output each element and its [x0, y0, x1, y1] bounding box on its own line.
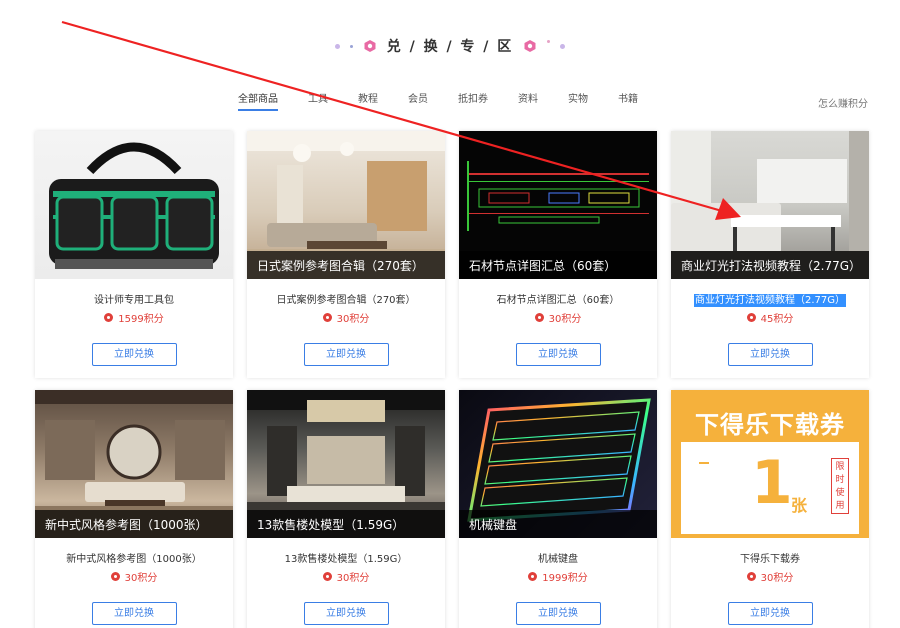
earn-points-link[interactable]: 怎么赚积分 — [818, 95, 868, 110]
product-price: 30积分 — [247, 569, 445, 584]
product-caption: 机械键盘 — [459, 510, 657, 538]
product-card: 日式案例参考图合辑（270套） 日式案例参考图合辑（270套） 30积分 立即兑… — [247, 131, 445, 378]
points-icon — [110, 571, 120, 581]
decor-dot — [560, 43, 566, 49]
voucher-number: 1 — [751, 448, 793, 518]
tool-bag-illustration — [49, 142, 219, 269]
tab-tutorials[interactable]: 教程 — [358, 90, 378, 112]
product-name: 机械键盘 — [538, 554, 578, 565]
product-price: 1999积分 — [459, 569, 657, 584]
product-card: 新中式风格参考图（1000张） 新中式风格参考图（1000张） 30积分 立即兑… — [35, 390, 233, 628]
tab-membership[interactable]: 会员 — [408, 90, 428, 112]
product-name: 石材节点详图汇总（60套） — [496, 295, 620, 306]
redeem-button[interactable]: 立即兑换 — [91, 343, 177, 366]
points-icon — [322, 312, 332, 322]
product-image-sales-office-models[interactable]: 13款售楼处模型（1.59G） — [247, 390, 445, 538]
price-value: 30积分 — [336, 313, 370, 325]
voucher-unit: 张 — [791, 496, 808, 515]
product-caption: 13款售楼处模型（1.59G） — [247, 510, 445, 538]
exchange-page: 兑 / 换 / 专 / 区 全部商品 工具 教程 会员 抵扣券 资料 实物 书籍… — [0, 0, 900, 628]
product-image-download-voucher[interactable]: 下得乐下载券 1 张 限时使用 — [671, 390, 869, 538]
voucher-decor-line — [699, 462, 709, 464]
tab-coupons[interactable]: 抵扣券 — [458, 90, 488, 112]
product-price: 45积分 — [671, 310, 869, 325]
redeem-button[interactable]: 立即兑换 — [91, 602, 177, 625]
product-name: 13款售楼处模型（1.59G） — [284, 554, 408, 565]
points-icon — [528, 571, 538, 581]
redeem-button[interactable]: 立即兑换 — [303, 602, 389, 625]
decor-dot — [334, 43, 340, 49]
page-title: 兑 / 换 / 专 / 区 — [386, 39, 514, 55]
product-name: 设计师专用工具包 — [94, 295, 174, 306]
price-value: 1999积分 — [542, 572, 588, 584]
price-value: 30积分 — [336, 572, 370, 584]
category-tabs: 全部商品 工具 教程 会员 抵扣券 资料 实物 书籍 — [238, 90, 668, 112]
product-grid: 设计师专用工具包 1599积分 立即兑换 日式案例参考图合辑（270套） 日式案… — [35, 131, 869, 628]
product-card: 商业灯光打法视频教程（2.77G） 商业灯光打法视频教程（2.77G） 45积分… — [671, 131, 869, 378]
product-caption: 商业灯光打法视频教程（2.77G） — [671, 251, 869, 279]
redeem-button[interactable]: 立即兑换 — [303, 343, 389, 366]
product-name: 日式案例参考图合辑（270套） — [276, 295, 416, 306]
product-card: 13款售楼处模型（1.59G） 13款售楼处模型（1.59G） 30积分 立即兑… — [247, 390, 445, 628]
product-price: 30积分 — [671, 569, 869, 584]
redeem-button[interactable]: 立即兑换 — [515, 343, 601, 366]
tab-resources[interactable]: 资料 — [518, 90, 538, 112]
points-icon — [746, 312, 756, 322]
points-icon — [746, 571, 756, 581]
product-name: 下得乐下载券 — [740, 554, 800, 565]
price-value: 30积分 — [548, 313, 582, 325]
product-image-stone-detail[interactable]: 石材节点详图汇总（60套） — [459, 131, 657, 279]
product-image-japanese-interior[interactable]: 日式案例参考图合辑（270套） — [247, 131, 445, 279]
decor-dot — [349, 44, 353, 48]
tab-tools[interactable]: 工具 — [308, 90, 328, 112]
tab-all[interactable]: 全部商品 — [238, 90, 278, 112]
points-icon — [534, 312, 544, 322]
tab-books[interactable]: 书籍 — [618, 90, 638, 112]
product-caption: 石材节点详图汇总（60套） — [459, 251, 657, 279]
product-caption: 新中式风格参考图（1000张） — [35, 510, 233, 538]
product-name: 新中式风格参考图（1000张） — [66, 554, 202, 565]
product-price: 30积分 — [35, 569, 233, 584]
product-card: 下得乐下载券 1 张 限时使用 下得乐下载券 30积分 立即兑换 — [671, 390, 869, 628]
hexagon-icon — [524, 40, 536, 52]
section-title: 兑 / 换 / 专 / 区 — [0, 34, 900, 58]
product-price: 1599积分 — [35, 310, 233, 325]
redeem-button[interactable]: 立即兑换 — [727, 602, 813, 625]
redeem-button[interactable]: 立即兑换 — [515, 602, 601, 625]
hexagon-icon — [364, 40, 376, 52]
decor-dot — [547, 39, 551, 43]
price-value: 30积分 — [760, 572, 794, 584]
voucher-title: 下得乐下载券 — [695, 411, 845, 439]
price-value: 1599积分 — [118, 313, 164, 325]
product-caption: 日式案例参考图合辑（270套） — [247, 251, 445, 279]
voucher-limited-badge: 限时使用 — [831, 458, 849, 514]
voucher-ticket: 1 张 限时使用 — [681, 442, 859, 534]
product-image-tool-bag[interactable] — [35, 131, 233, 279]
product-card: 石材节点详图汇总（60套） 石材节点详图汇总（60套） 30积分 立即兑换 — [459, 131, 657, 378]
product-image-lighting-tutorial[interactable]: 商业灯光打法视频教程（2.77G） — [671, 131, 869, 279]
product-name: 商业灯光打法视频教程（2.77G） — [671, 291, 869, 307]
points-icon — [322, 571, 332, 581]
price-value: 30积分 — [124, 572, 158, 584]
tab-physical[interactable]: 实物 — [568, 90, 588, 112]
product-image-mechanical-keyboard[interactable]: 机械键盘 — [459, 390, 657, 538]
redeem-button[interactable]: 立即兑换 — [727, 343, 813, 366]
product-price: 30积分 — [247, 310, 445, 325]
points-icon — [104, 312, 114, 322]
product-card: 设计师专用工具包 1599积分 立即兑换 — [35, 131, 233, 378]
product-price: 30积分 — [459, 310, 657, 325]
product-card: 机械键盘 机械键盘 1999积分 立即兑换 — [459, 390, 657, 628]
price-value: 45积分 — [760, 313, 794, 325]
product-image-new-chinese-style[interactable]: 新中式风格参考图（1000张） — [35, 390, 233, 538]
selected-text: 商业灯光打法视频教程（2.77G） — [693, 294, 846, 307]
